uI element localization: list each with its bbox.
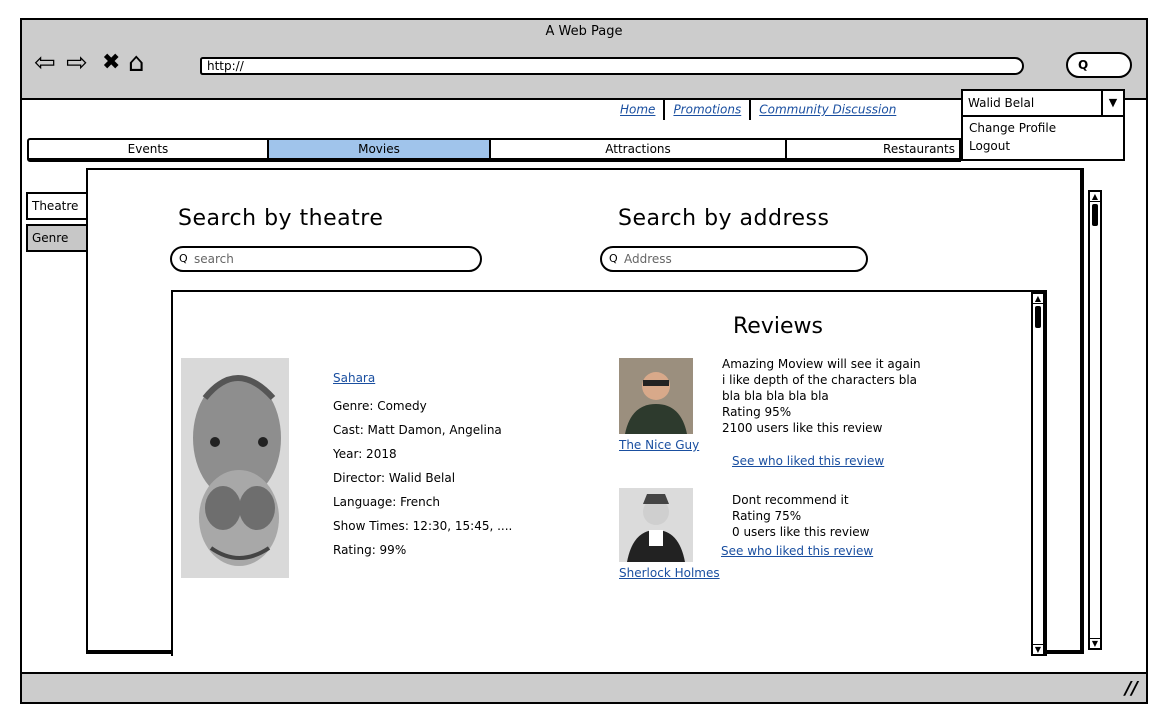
menu-item-change-profile[interactable]: Change Profile — [969, 119, 1117, 137]
window-title: A Web Page — [545, 24, 623, 39]
review-line: bla bla bla bla bla — [722, 389, 829, 403]
url-input[interactable]: http:// — [200, 57, 1024, 75]
avatar[interactable] — [619, 488, 693, 562]
movie-genre: Genre: Comedy — [333, 399, 427, 413]
tab-movies[interactable]: Movies — [269, 140, 491, 158]
scroll-thumb[interactable] — [1035, 306, 1041, 328]
side-tab-theatre[interactable]: Theatre — [26, 192, 90, 220]
review-line: i like depth of the characters bla — [722, 373, 917, 387]
chevron-down-icon[interactable]: ▼ — [1101, 91, 1123, 115]
search-theatre-input[interactable]: Q search — [170, 246, 482, 272]
movie-language: Language: French — [333, 495, 440, 509]
search-button[interactable]: Q — [1066, 52, 1132, 78]
divider — [749, 100, 752, 120]
see-who-liked-link[interactable]: See who liked this review — [721, 544, 873, 558]
home-icon[interactable]: ⌂ — [128, 50, 145, 76]
movie-showtimes: Show Times: 12:30, 15:45, .... — [333, 519, 513, 533]
side-tab-genre[interactable]: Genre — [26, 224, 90, 252]
scroll-down-icon[interactable]: ▼ — [1090, 638, 1100, 648]
home-link[interactable]: Home — [620, 103, 655, 117]
user-select-value: Walid Belal — [968, 96, 1035, 110]
tab-restaurants[interactable]: Restaurants — [787, 140, 959, 158]
page-scrollbar[interactable]: ▲ ▼ — [1088, 190, 1102, 650]
promotions-link[interactable]: Promotions — [673, 103, 741, 117]
review-likes: 0 users like this review — [732, 525, 870, 539]
movie-director: Director: Walid Belal — [333, 471, 456, 485]
reviews-scrollbar[interactable]: ▲ ▼ — [1031, 292, 1045, 656]
review-text: Amazing Moview will see it again i like … — [722, 356, 921, 436]
review-user-link[interactable]: The Nice Guy — [619, 438, 699, 452]
search-theatre-placeholder: search — [194, 252, 234, 266]
search-icon: Q — [1078, 58, 1089, 72]
community-discussion-link[interactable]: Community Discussion — [759, 103, 896, 117]
user-menu: Change Profile Logout — [961, 115, 1125, 161]
search-theatre-heading: Search by theatre — [178, 206, 384, 231]
search-icon: Q — [609, 252, 618, 265]
tab-attractions[interactable]: Attractions — [491, 140, 787, 158]
search-address-input[interactable]: Q Address — [600, 246, 868, 272]
movie-rating: Rating: 99% — [333, 543, 407, 557]
movie-title-link[interactable]: Sahara — [333, 366, 512, 390]
avatar[interactable] — [619, 358, 693, 434]
menu-item-logout[interactable]: Logout — [969, 137, 1117, 155]
reviews-heading: Reviews — [733, 314, 823, 339]
search-address-placeholder: Address — [624, 252, 672, 266]
review-likes: 2100 users like this review — [722, 421, 883, 435]
resize-grip-icon[interactable]: // — [1125, 678, 1138, 699]
movie-year: Year: 2018 — [333, 447, 397, 461]
category-tabs: Events Movies Attractions Restaurants — [27, 138, 961, 162]
movie-poster-image[interactable] — [181, 358, 289, 578]
review-user-link[interactable]: Sherlock Holmes — [619, 566, 720, 580]
review-line: Dont recommend it — [732, 493, 849, 507]
divider — [663, 100, 666, 120]
review-rating: Rating 75% — [732, 509, 802, 523]
forward-icon[interactable]: ⇨ — [66, 50, 88, 76]
review-text: Dont recommend it Rating 75% 0 users lik… — [732, 492, 869, 540]
movie-details: Sahara Genre: Comedy Cast: Matt Damon, A… — [333, 366, 512, 562]
browser-chrome: A Web Page ⇦ ⇨ ✖ ⌂ http:// Q — [22, 20, 1146, 100]
see-who-liked-link[interactable]: See who liked this review — [732, 454, 884, 468]
user-select[interactable]: Walid Belal ▼ — [961, 89, 1125, 117]
search-address-heading: Search by address — [618, 206, 830, 231]
back-icon[interactable]: ⇦ — [34, 50, 56, 76]
stop-icon[interactable]: ✖ — [102, 50, 120, 76]
tab-events[interactable]: Events — [29, 140, 269, 158]
scroll-down-icon[interactable]: ▼ — [1033, 644, 1043, 654]
search-icon: Q — [179, 252, 188, 265]
scroll-up-icon[interactable]: ▲ — [1033, 294, 1043, 304]
scroll-up-icon[interactable]: ▲ — [1090, 192, 1100, 202]
scroll-thumb[interactable] — [1092, 204, 1098, 226]
top-nav: Home Promotions Community Discussion — [620, 100, 896, 120]
results-panel: Sahara Genre: Comedy Cast: Matt Damon, A… — [171, 290, 1047, 656]
status-bar: // — [22, 672, 1146, 702]
review-rating: Rating 95% — [722, 405, 792, 419]
review-line: Amazing Moview will see it again — [722, 357, 921, 371]
movie-cast: Cast: Matt Damon, Angelina — [333, 423, 502, 437]
content-area: Search by theatre Q search Search by add… — [86, 168, 1102, 656]
